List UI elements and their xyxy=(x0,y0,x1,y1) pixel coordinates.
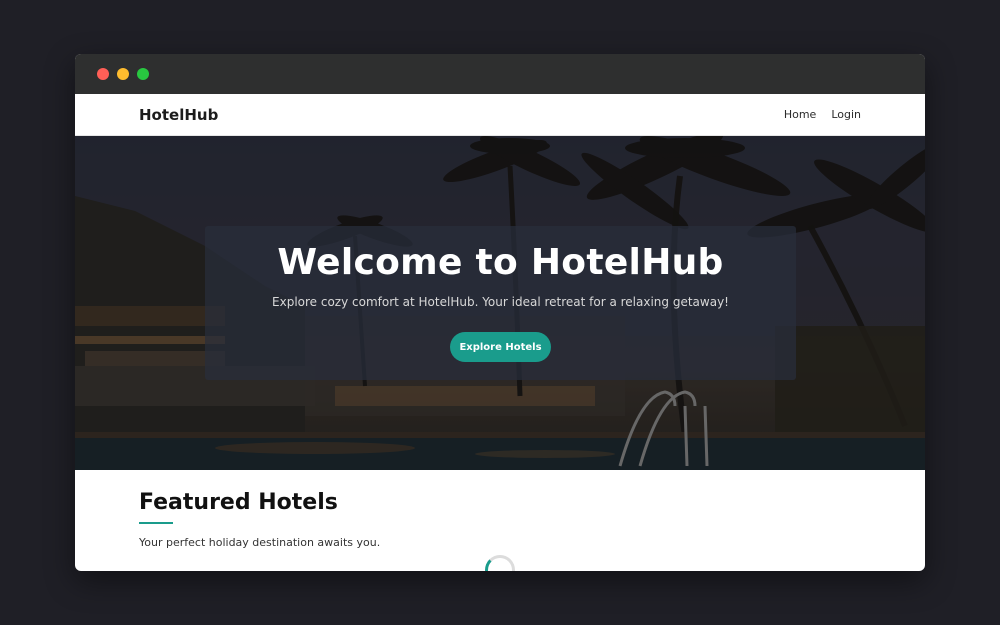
window-titlebar xyxy=(75,54,925,94)
featured-title: Featured Hotels xyxy=(139,490,338,515)
nav-link-home[interactable]: Home xyxy=(784,108,816,121)
minimize-window-button[interactable] xyxy=(117,68,129,80)
browser-window: HotelHub Home Login Welcome to HotelHub … xyxy=(75,54,925,571)
close-window-button[interactable] xyxy=(97,68,109,80)
hero-subtitle: Explore cozy comfort at HotelHub. Your i… xyxy=(272,295,729,309)
nav-links: Home Login xyxy=(784,108,861,121)
nav-link-login[interactable]: Login xyxy=(831,108,861,121)
title-underline xyxy=(139,522,173,524)
featured-subtitle: Your perfect holiday destination awaits … xyxy=(139,536,381,549)
hero-content-panel: Welcome to HotelHub Explore cozy comfort… xyxy=(205,226,796,380)
hero-banner: Welcome to HotelHub Explore cozy comfort… xyxy=(75,136,925,470)
loading-spinner-icon xyxy=(485,555,515,571)
hero-title: Welcome to HotelHub xyxy=(277,242,724,283)
site-navbar: HotelHub Home Login xyxy=(75,94,925,136)
explore-hotels-button[interactable]: Explore Hotels xyxy=(450,332,551,362)
featured-hotels-section: Featured Hotels Your perfect holiday des… xyxy=(75,470,925,571)
maximize-window-button[interactable] xyxy=(137,68,149,80)
brand-logo[interactable]: HotelHub xyxy=(139,106,218,124)
